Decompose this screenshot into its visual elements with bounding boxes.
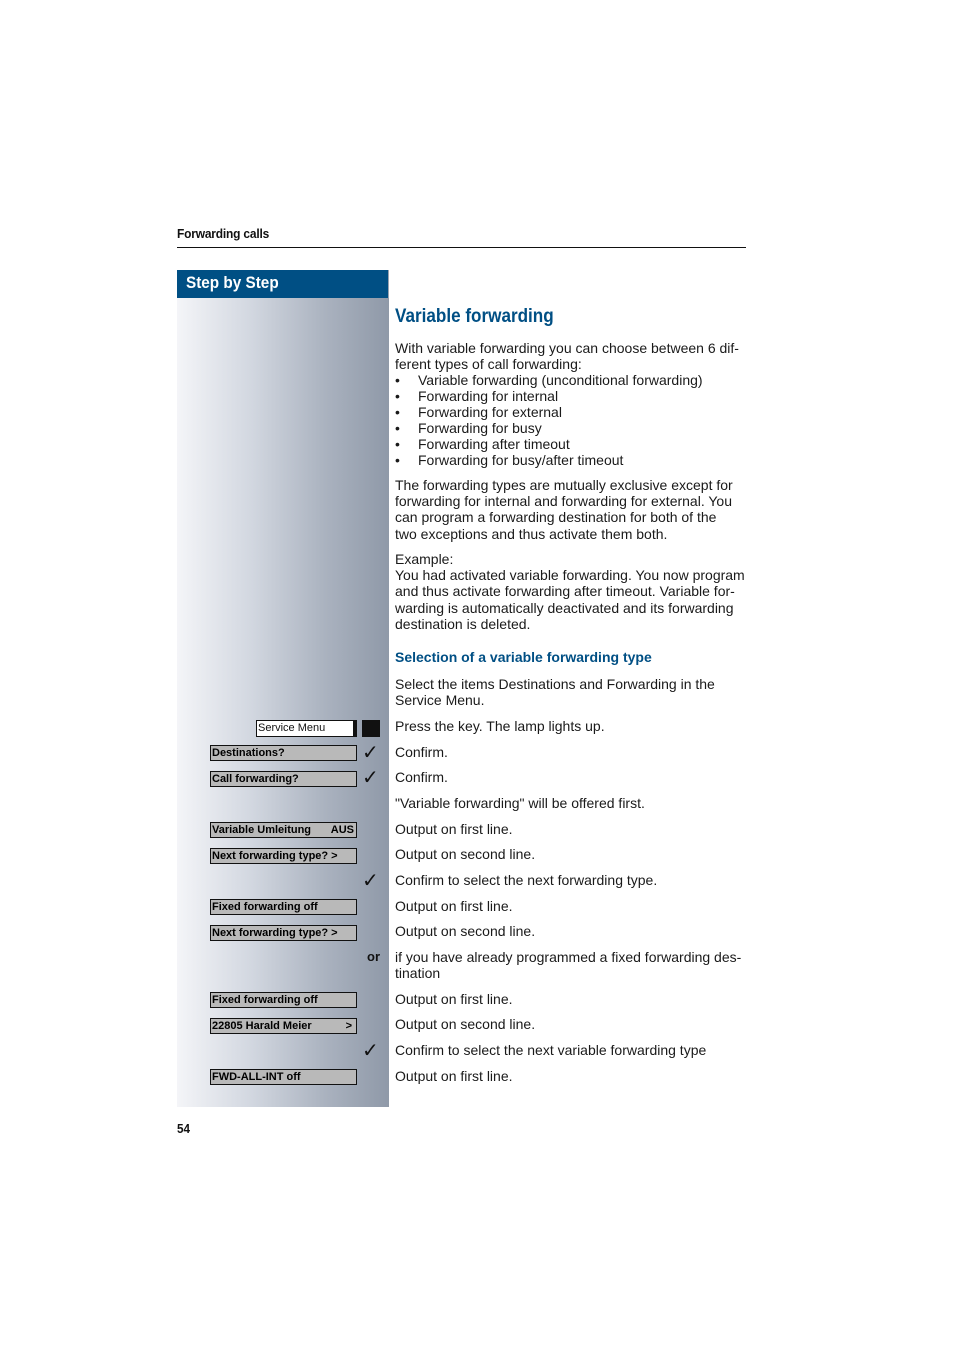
- step-confirm: Confirm.: [395, 769, 448, 785]
- checkmark-icon[interactable]: ✓: [362, 1041, 379, 1061]
- page-number: 54: [177, 1121, 191, 1136]
- section-title: Forwarding calls: [177, 226, 270, 241]
- bullet-icon: •: [395, 452, 400, 468]
- exclusive-note: The forwarding types are mutually exclus…: [395, 477, 747, 542]
- display-variable-umleitung: Variable Umleitung AUS: [210, 822, 357, 838]
- checkmark-icon[interactable]: ✓: [362, 743, 379, 763]
- text-line: warding is automatically deactivated and…: [395, 599, 734, 616]
- step-output: Output on second line.: [395, 1016, 536, 1032]
- checkmark-icon[interactable]: ✓: [362, 768, 379, 788]
- text-line: can program a forwarding destination for…: [395, 509, 717, 526]
- display-arrow: >: [345, 1020, 352, 1032]
- display-harald-meier: 22805 Harald Meier >: [210, 1018, 357, 1034]
- display-fixed-forwarding-off: Fixed forwarding off: [210, 992, 357, 1008]
- or-label: or: [367, 949, 380, 964]
- list-item: • Forwarding for internal: [395, 388, 755, 404]
- step-confirm: Confirm.: [395, 744, 448, 760]
- text-line: if you have already programmed a fixed f…: [395, 949, 742, 965]
- display-call-forwarding: Call forwarding?: [210, 771, 357, 787]
- text-line: You had activated variable forwarding. Y…: [395, 567, 745, 584]
- text-line: forwarding for internal and forwarding f…: [395, 493, 732, 510]
- bullet-icon: •: [395, 420, 400, 436]
- step-output: Output on second line.: [395, 846, 536, 862]
- list-item: • Variable forwarding (unconditional forw…: [395, 372, 755, 388]
- lamp-icon: [362, 720, 380, 737]
- list-item-label: Variable forwarding (unconditional forwa…: [418, 372, 703, 388]
- list-item-label: Forwarding for busy: [418, 420, 542, 436]
- text-line: tination: [395, 965, 441, 982]
- intro-paragraph: With variable forwarding you can choose …: [395, 340, 747, 372]
- select-instruction: Select the items Destinations and Forwar…: [395, 676, 747, 708]
- text-line: Select the items Destinations and Forwar…: [395, 676, 715, 692]
- step-output: Output on first line.: [395, 898, 513, 914]
- step-by-step-title: Step by Step: [186, 273, 279, 292]
- step-confirm-next-variable: Confirm to select the next variable forw…: [395, 1042, 707, 1058]
- step-output: Output on first line.: [395, 1068, 513, 1084]
- text-line: two exceptions and thus activate them bo…: [395, 525, 668, 542]
- list-item-label: Forwarding after timeout: [418, 436, 570, 452]
- step-output: Output on first line.: [395, 991, 513, 1007]
- step-offered-first: "Variable forwarding" will be offered fi…: [395, 795, 645, 811]
- display-fixed-forwarding-off: Fixed forwarding off: [210, 899, 357, 915]
- step-or-condition: if you have already programmed a fixed f…: [395, 949, 751, 981]
- step-press-key: Press the key. The lamp lights up.: [395, 718, 605, 734]
- display-destinations: Destinations?: [210, 745, 357, 761]
- sidebar-edge: [388, 270, 389, 298]
- list-item-label: Forwarding for external: [418, 404, 562, 420]
- display-next-forwarding-type: Next forwarding type? >: [210, 925, 357, 941]
- list-item: • Forwarding for busy/after timeout: [395, 452, 755, 468]
- display-status: AUS: [330, 824, 354, 836]
- list-item-label: Forwarding for internal: [418, 388, 559, 404]
- list-item-label: Forwarding for busy/after timeout: [418, 452, 624, 468]
- text-line: Service Menu.: [395, 692, 485, 709]
- step-output: Output on first line.: [395, 821, 513, 837]
- section-subtitle: Selection of a variable forwarding type: [395, 649, 652, 665]
- text-line: and thus activate forwarding after timeo…: [395, 583, 735, 600]
- service-menu-key[interactable]: Service Menu: [256, 720, 357, 737]
- step-output: Output on second line.: [395, 923, 536, 939]
- display-next-forwarding-type: Next forwarding type? >: [210, 848, 357, 864]
- list-item: • Forwarding after timeout: [395, 436, 755, 452]
- forwarding-types-list: • Variable forwarding (unconditional forw…: [395, 372, 755, 468]
- checkmark-icon[interactable]: ✓: [362, 871, 379, 891]
- display-fwd-all-int: FWD-ALL-INT off: [210, 1069, 357, 1085]
- display-text: 22805 Harald Meier: [212, 1020, 312, 1032]
- intro-line: With variable forwarding you can choose …: [395, 340, 739, 356]
- display-text: Variable Umleitung: [212, 824, 312, 836]
- bullet-icon: •: [395, 372, 400, 388]
- bullet-icon: •: [395, 404, 400, 420]
- text-line: destination is deleted.: [395, 615, 531, 632]
- list-item: • Forwarding for busy: [395, 420, 755, 436]
- example-paragraph: Example: You had activated variable forw…: [395, 551, 747, 632]
- bullet-icon: •: [395, 436, 400, 452]
- page-title: Variable forwarding: [395, 306, 554, 327]
- step-sidebar: [177, 298, 389, 1107]
- example-label: Example:: [395, 551, 454, 567]
- bullet-icon: •: [395, 388, 400, 404]
- intro-line: ferent types of call forwarding:: [395, 356, 582, 373]
- list-item: • Forwarding for external: [395, 404, 755, 420]
- header-divider: [177, 247, 746, 248]
- step-confirm-next: Confirm to select the next forwarding ty…: [395, 872, 658, 888]
- text-line: The forwarding types are mutually exclus…: [395, 477, 733, 493]
